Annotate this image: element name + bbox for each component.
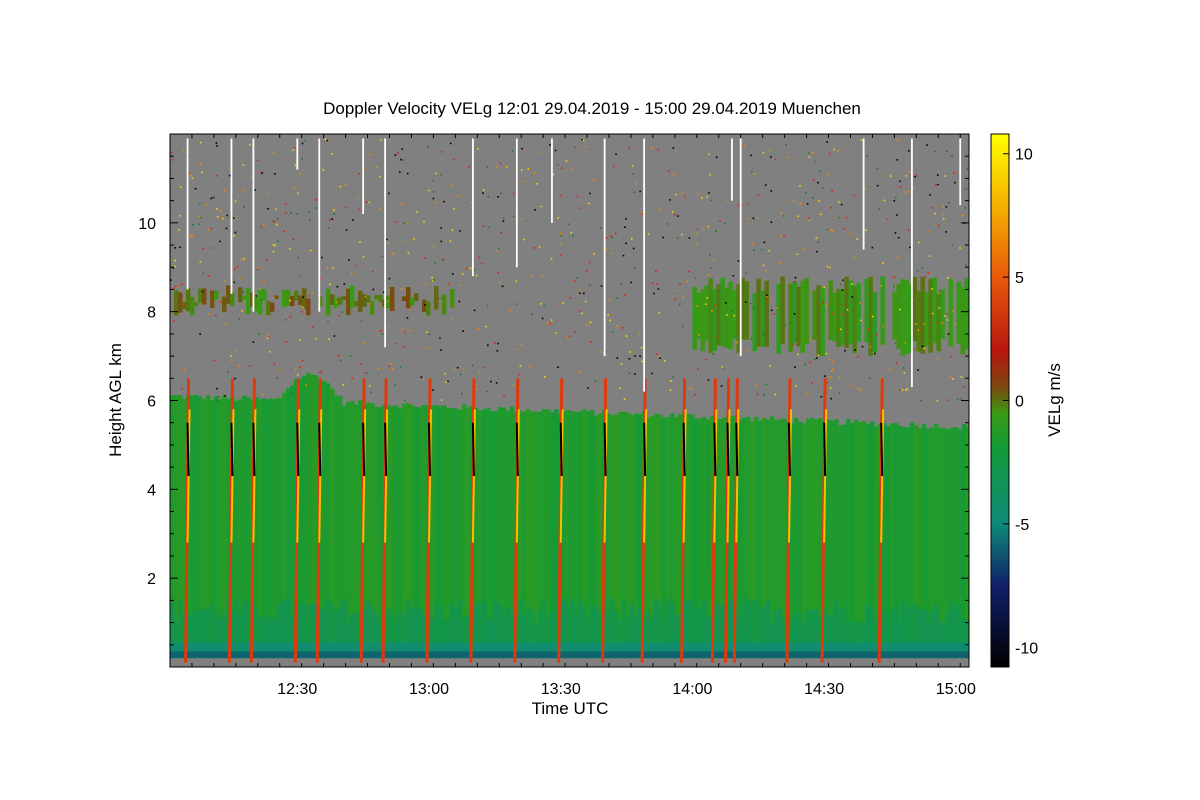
colorbar-label: VELg m/s: [1045, 363, 1064, 437]
colorbar-tick-label: 10: [1015, 147, 1033, 164]
x-tick-label: 13:30: [541, 681, 581, 698]
colorbar-tick-label: -5: [1015, 517, 1029, 534]
heatmap-plot-area: [170, 134, 969, 667]
x-tick-label: 13:00: [409, 681, 449, 698]
x-tick-label: 14:30: [804, 681, 844, 698]
x-tick-label: 12:30: [277, 681, 317, 698]
y-tick-label: 6: [147, 394, 156, 411]
y-tick-label: 4: [147, 482, 156, 499]
y-tick-label: 2: [147, 571, 156, 588]
y-tick-label: 10: [138, 216, 156, 233]
x-tick-label: 15:00: [936, 681, 976, 698]
colorbar-tick-label: -10: [1015, 640, 1038, 657]
y-axis-label: Height AGL km: [106, 343, 125, 457]
x-tick-label: 14:00: [672, 681, 712, 698]
colorbar-tick-label: 5: [1015, 270, 1024, 287]
chart-title: Doppler Velocity VELg 12:01 29.04.2019 -…: [323, 99, 861, 118]
colorbar-tick-label: 0: [1015, 394, 1024, 411]
y-tick-label: 8: [147, 305, 156, 322]
x-axis-label: Time UTC: [532, 699, 609, 718]
doppler-velocity-chart: Doppler Velocity VELg 12:01 29.04.2019 -…: [106, 99, 1064, 718]
